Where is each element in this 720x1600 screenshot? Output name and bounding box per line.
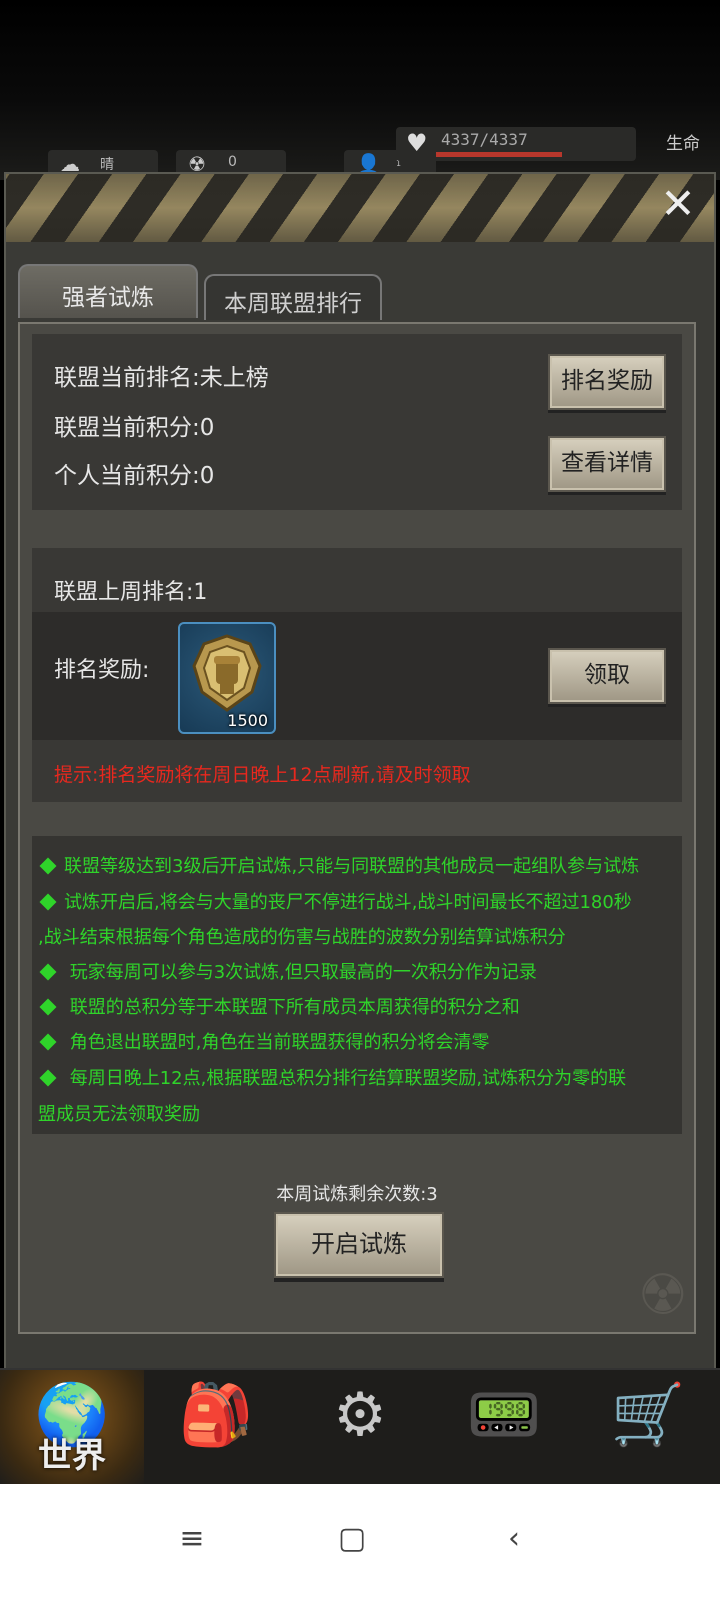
close-icon: ✕ [660,179,696,228]
chevron-left-icon: ‹ [508,1521,520,1556]
tab-content: 联盟当前排名:未上榜 联盟当前积分:0 个人当前积分:0 排名奖励 查看详情 联… [18,322,696,1334]
rule-item: 玩家每周可以参与3次试炼,但只取最高的一次积分作为记录 [38,958,537,984]
radiation-watermark-icon: ☢ [637,1263,688,1328]
backpack-icon: 🎒 [178,1380,254,1450]
hp-value: 4337/4337 [441,130,528,149]
start-trial-button[interactable]: 开启试炼 [274,1212,444,1278]
reward-item-count: 1500 [227,711,268,730]
rule-item: 试炼开启后,将会与大量的丧尸不停进行战斗,战斗时间最长不超过180秒 [38,888,632,914]
square-icon: ▢ [337,1521,367,1556]
refresh-tip: 提示:排名奖励将在周日晚上12点刷新,请及时领取 [54,764,471,786]
hp-bar: ♥ 4337/4337 [396,127,636,161]
rule-item: 联盟等级达到3级后开启试炼,只能与同联盟的其他成员一起组队参与试炼 [38,852,639,878]
menu-lines-icon: ≡ [179,1521,205,1556]
nav-radio[interactable]: 📟 [432,1370,576,1486]
nav-shop[interactable]: 🛒 [576,1370,720,1486]
hazard-stripe-header [6,174,714,242]
rule-item: 角色退出联盟时,角色在当前联盟获得的积分将会清零 [38,1028,489,1054]
rule-item-continued: 盟成员无法领取奖励 [38,1104,200,1125]
diamond-bullet-icon [39,857,57,875]
alliance-badge-icon [192,634,262,712]
nav-skills[interactable]: ⚙ [288,1370,432,1486]
diamond-bullet-icon [39,1033,57,1051]
system-nav-bar: ≡ ▢ ‹ [0,1484,720,1600]
diamond-bullet-icon [39,893,57,911]
view-details-button[interactable]: 查看详情 [548,436,666,492]
personal-score-text: 个人当前积分:0 [54,463,215,489]
heartbeat-icon: ♥ [406,129,428,157]
head-gears-icon: ⚙ [333,1380,387,1450]
diamond-bullet-icon [39,998,57,1016]
nav-world-label: 世界 [38,1436,106,1476]
claim-button[interactable]: 领取 [548,648,666,704]
nav-backpack[interactable]: 🎒 [144,1370,288,1486]
cart-icon: 🛒 [610,1380,686,1450]
diamond-bullet-icon [39,963,57,981]
hp-label: 生命 [666,134,700,154]
rule-item-continued: ,战斗结束根据每个角色造成的伤害与战胜的波数分别结算试炼积分 [38,927,566,948]
rule-item: 联盟的总积分等于本联盟下所有成员本周获得的积分之和 [38,993,520,1019]
reward-item[interactable]: 1500 [178,622,276,734]
current-status-box: 联盟当前排名:未上榜 联盟当前积分:0 个人当前积分:0 排名奖励 查看详情 [32,334,682,510]
reward-label: 排名奖励: [54,658,150,683]
radio-icon: 📟 [466,1380,542,1450]
remaining-attempts-text: 本周试炼剩余次数:3 [276,1184,438,1205]
current-rank-text: 联盟当前排名:未上榜 [54,365,269,391]
bottom-nav: 🌍 世界 🎒 ⚙ 📟 🛒 [0,1368,720,1486]
last-week-rank-text: 联盟上周排名:1 [54,580,208,605]
last-week-box: 联盟上周排名:1 排名奖励: 1500 领取 提示:排名奖励将在周日晚上12点刷… [32,548,682,802]
reward-row: 排名奖励: 1500 领取 [32,612,682,740]
diamond-bullet-icon [39,1069,57,1087]
home-button[interactable]: ▢ [322,1514,382,1564]
tab-strong-trial[interactable]: 强者试炼 [18,264,198,318]
recent-apps-button[interactable]: ≡ [162,1514,222,1564]
radiation-value: 0 [228,154,237,170]
nav-world[interactable]: 🌍 世界 [0,1370,144,1486]
close-button[interactable]: ✕ [656,182,700,226]
rule-item: 每周日晚上12点,根据联盟总积分排行结算联盟奖励,试炼积分为零的联 [38,1064,626,1090]
back-button[interactable]: ‹ [484,1514,544,1564]
weather-label: 晴 [100,157,114,173]
rules-box: 联盟等级达到3级后开启试炼,只能与同联盟的其他成员一起组队参与试炼 试炼开启后,… [32,836,682,1134]
trial-panel: ✕ 强者试炼 本周联盟排行 联盟当前排名:未上榜 联盟当前积分:0 个人当前积分… [4,172,716,1394]
alliance-score-text: 联盟当前积分:0 [54,415,215,441]
rank-reward-button[interactable]: 排名奖励 [548,354,666,410]
tab-weekly-alliance-rank[interactable]: 本周联盟排行 [204,274,382,320]
hp-fill [436,152,562,157]
